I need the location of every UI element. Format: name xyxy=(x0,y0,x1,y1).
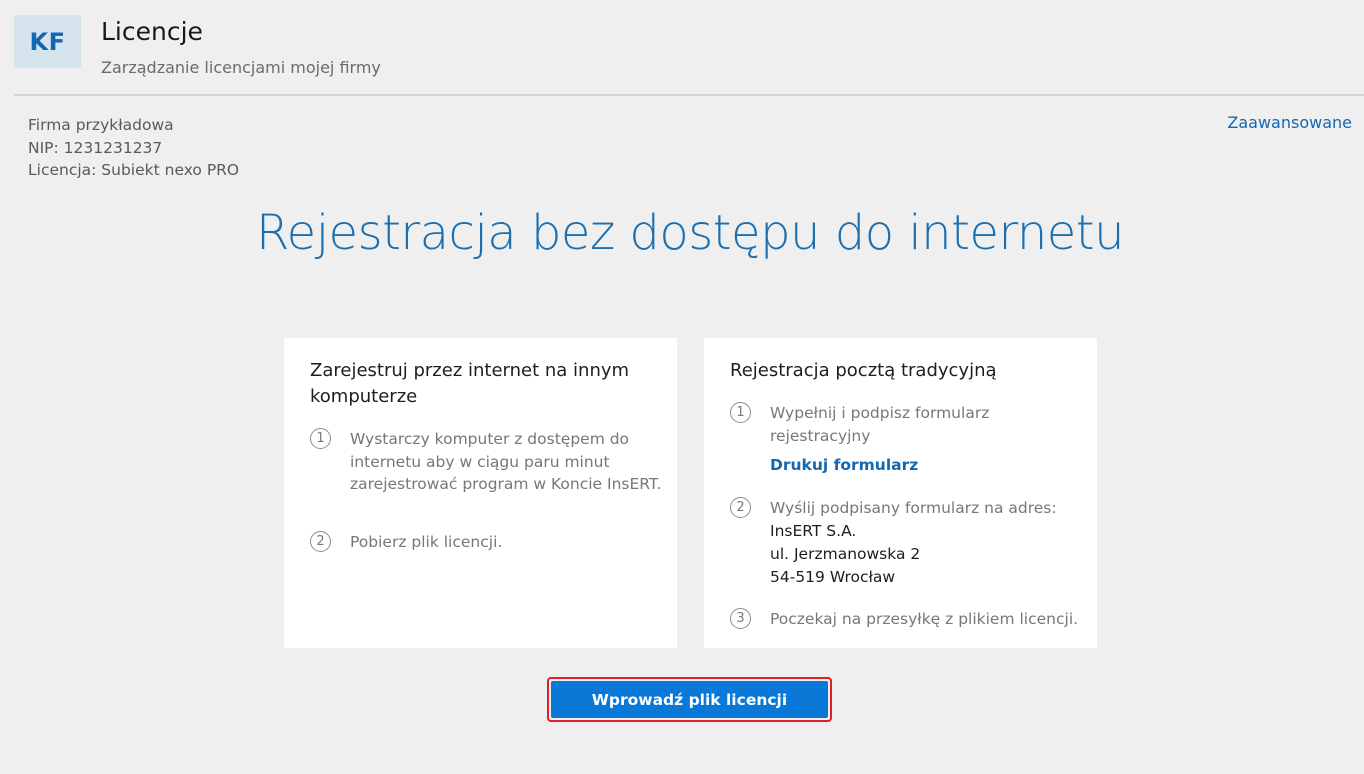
main-title: Rejestracja bez dostępu do internetu xyxy=(255,205,1125,261)
online-registration-card: Zarejestruj przez internet na innym komp… xyxy=(284,338,677,648)
company-info: Firma przykładowa NIP: 1231231237 Licenc… xyxy=(28,114,239,182)
step-number: 3 xyxy=(730,608,751,629)
step-number: 1 xyxy=(310,428,331,449)
print-form-link[interactable]: Drukuj formularz xyxy=(770,456,918,474)
company-nip: NIP: 1231231237 xyxy=(28,138,163,157)
advanced-link[interactable]: Zaawansowane xyxy=(1227,113,1352,132)
card-title: Zarejestruj przez internet na innym komp… xyxy=(310,360,630,407)
header-divider xyxy=(14,94,1364,96)
company-license: Licencja: Subiekt nexo PRO xyxy=(28,161,240,179)
step-text: Pobierz plik licencji. xyxy=(350,533,503,551)
step-text: Wyślij podpisany formularz na adres: xyxy=(770,499,1057,517)
postal-registration-card: Rejestracja pocztą tradycyjną 1 Wypełnij… xyxy=(704,338,1097,648)
step-number: 2 xyxy=(310,531,331,552)
card-title: Rejestracja pocztą tradycyjną xyxy=(730,360,997,381)
step-number: 1 xyxy=(730,402,751,423)
address-line: 54-519 Wrocław xyxy=(770,568,896,586)
address-line: InsERT S.A. xyxy=(770,522,857,540)
step-text: Poczekaj na przesyłkę z plikiem licencji… xyxy=(770,610,1079,628)
step-text: Wystarczy komputer z dostępem do interne… xyxy=(350,430,662,493)
load-license-file-button-label[interactable]: Wprowadź plik licencji xyxy=(551,681,828,718)
step-text: Wypełnij i podpisz formularz rejestracyj… xyxy=(770,404,990,445)
company-name: Firma przykładowa xyxy=(28,116,174,134)
page-subtitle: Zarządzanie licencjami mojej firmy xyxy=(101,58,381,77)
avatar: KF xyxy=(14,15,81,68)
page-title: Licencje xyxy=(101,17,203,46)
step-number: 2 xyxy=(730,497,751,518)
load-license-file-button[interactable]: Wprowadź plik licencji xyxy=(547,677,832,722)
page-header: KF Licencje Zarządzanie licencjami mojej… xyxy=(0,0,1364,95)
address-line: ul. Jerzmanowska 2 xyxy=(770,545,921,563)
